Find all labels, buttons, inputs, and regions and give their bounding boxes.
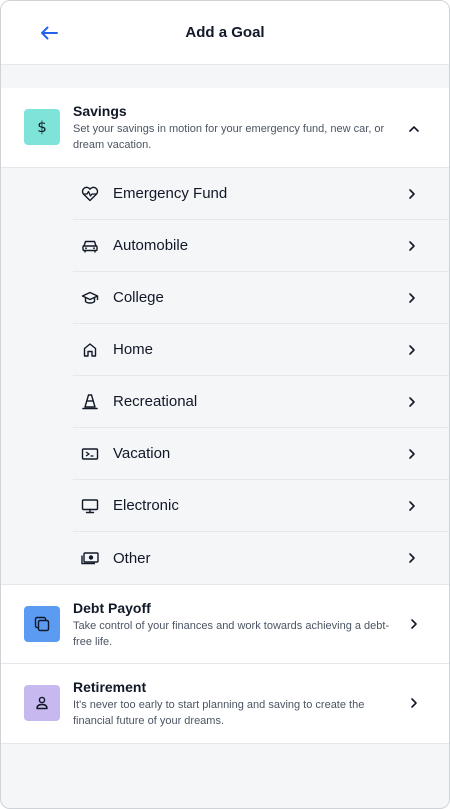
graduation-cap-icon bbox=[81, 291, 99, 304]
chevron-right-icon bbox=[409, 553, 415, 563]
chevron-right-icon bbox=[411, 698, 417, 708]
savings-subcategory-list: Emergency Fund Automobile College Home R… bbox=[1, 168, 449, 584]
chevron-right-icon bbox=[409, 293, 415, 303]
retirement-description: It's never too early to start planning a… bbox=[73, 699, 365, 727]
subitem-college[interactable]: College bbox=[73, 272, 449, 324]
subitem-label: Electronic bbox=[113, 497, 179, 514]
debt-payoff-description: Take control of your finances and work t… bbox=[73, 620, 390, 648]
dollar-icon: $ bbox=[37, 118, 47, 136]
subitem-label: Vacation bbox=[113, 445, 171, 462]
subitem-vacation[interactable]: Vacation bbox=[73, 428, 449, 480]
app-frame: Add a Goal $ Savings Set your savings in… bbox=[0, 0, 450, 809]
chevron-right-icon bbox=[409, 241, 415, 251]
retirement-title: Retirement bbox=[73, 679, 147, 695]
chevron-up-icon[interactable] bbox=[407, 122, 421, 136]
subitem-other[interactable]: Other bbox=[73, 532, 449, 584]
traffic-cone-icon bbox=[82, 393, 98, 409]
subitem-emergency-fund[interactable]: Emergency Fund bbox=[73, 168, 449, 220]
cards-icon bbox=[34, 616, 50, 632]
subitem-label: Emergency Fund bbox=[113, 185, 228, 202]
money-icon bbox=[81, 552, 99, 565]
subitem-automobile[interactable]: Automobile bbox=[73, 220, 449, 272]
person-icon bbox=[36, 696, 48, 710]
chevron-right-icon bbox=[409, 189, 415, 199]
subitem-recreational[interactable]: Recreational bbox=[73, 376, 449, 428]
chevron-right-icon bbox=[409, 449, 415, 459]
retirement-card[interactable]: Retirement It's never too early to start… bbox=[1, 664, 449, 744]
savings-card[interactable]: $ Savings Set your savings in motion for… bbox=[1, 88, 449, 168]
home-icon bbox=[83, 342, 97, 357]
chevron-right-icon bbox=[409, 397, 415, 407]
subitem-label: Recreational bbox=[113, 393, 198, 410]
monitor-icon bbox=[81, 498, 99, 513]
chevron-right-icon bbox=[411, 619, 417, 629]
subitem-label: Home bbox=[113, 341, 154, 358]
retirement-icon-box bbox=[24, 685, 60, 721]
subitem-label: College bbox=[113, 289, 164, 306]
subitem-home[interactable]: Home bbox=[73, 324, 449, 376]
car-icon bbox=[82, 240, 98, 252]
header: Add a Goal bbox=[1, 1, 449, 65]
page-title: Add a Goal bbox=[185, 24, 265, 41]
chevron-right-icon bbox=[409, 501, 415, 511]
chevron-right-icon bbox=[409, 345, 415, 355]
arrow-left-icon bbox=[41, 26, 58, 40]
subitem-label: Other bbox=[113, 549, 151, 567]
debt-payoff-card[interactable]: Debt Payoff Take control of your finance… bbox=[1, 584, 449, 664]
ticket-icon bbox=[81, 447, 99, 460]
subitem-electronic[interactable]: Electronic bbox=[73, 480, 449, 532]
debt-icon-box bbox=[24, 606, 60, 642]
savings-title: Savings bbox=[73, 103, 127, 119]
debt-payoff-title: Debt Payoff bbox=[73, 600, 151, 616]
heart-pulse-icon bbox=[81, 186, 99, 201]
subitem-label: Automobile bbox=[113, 237, 189, 254]
savings-description: Set your savings in motion for your emer… bbox=[73, 123, 385, 151]
back-button[interactable] bbox=[37, 21, 61, 45]
savings-icon-box: $ bbox=[24, 109, 60, 145]
